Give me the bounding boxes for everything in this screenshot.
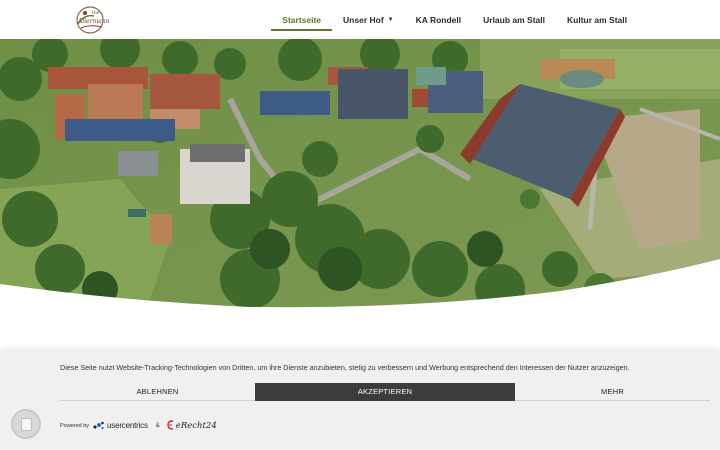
nav-item-unser-hof[interactable]: Unser Hof ▼ (332, 0, 405, 39)
content-spacer (0, 310, 720, 355)
aerial-farm-photo (0, 39, 720, 315)
hero-aerial-image (0, 39, 720, 315)
accept-button[interactable]: AKZEPTIEREN (255, 383, 515, 401)
powered-by-row: Powered by usercentrics & eRecht24 (60, 420, 217, 431)
powered-by-label: Powered by (60, 422, 90, 429)
page: Hof Allermann Startseite Unser Hof ▼ KA R… (0, 0, 720, 450)
cookie-consent-banner: Diese Seite nutzt Website-Tracking-Techn… (0, 350, 720, 450)
nav-label: Unser Hof (343, 14, 384, 25)
decline-button[interactable]: ABLEHNEN (60, 383, 255, 401)
cookie-consent-text: Diese Seite nutzt Website-Tracking-Techn… (60, 363, 630, 372)
nav-item-kultur-am-stall[interactable]: Kultur am Stall (556, 0, 638, 39)
erecht24-label: eRecht24 (175, 420, 217, 431)
privacy-settings-icon (20, 417, 32, 431)
cookie-button-row: ABLEHNEN AKZEPTIEREN MEHR (60, 383, 710, 401)
site-header: Hof Allermann Startseite Unser Hof ▼ KA R… (0, 0, 720, 39)
nav-item-ka-rondell[interactable]: KA Rondell (405, 0, 473, 39)
privacy-settings-button[interactable] (11, 409, 41, 439)
nav-label: KA Rondell (415, 14, 462, 25)
main-nav: Startseite Unser Hof ▼ KA Rondell Urlaub … (271, 0, 720, 39)
logo-script-text: Allermann (77, 18, 110, 25)
caret-down-icon: ▼ (387, 16, 394, 23)
logo-small-text: Hof (92, 11, 100, 16)
erecht24-logo[interactable]: eRecht24 (166, 420, 217, 431)
usercentrics-label: usercentrics (107, 421, 148, 430)
nav-item-urlaub-am-stall[interactable]: Urlaub am Stall (472, 0, 556, 39)
usercentrics-logo[interactable]: usercentrics (93, 421, 148, 430)
more-button[interactable]: MEHR (515, 383, 710, 401)
nav-label: Kultur am Stall (567, 14, 627, 25)
nav-item-startseite[interactable]: Startseite (271, 0, 332, 39)
erecht24-icon (167, 420, 173, 430)
ampersand-label: & (155, 422, 160, 429)
usercentrics-icon (93, 421, 104, 430)
nav-label: Startseite (282, 14, 322, 25)
site-logo[interactable]: Hof Allermann (72, 4, 110, 35)
nav-label: Urlaub am Stall (483, 14, 546, 25)
farm-logo-icon: Hof Allermann (76, 6, 110, 34)
